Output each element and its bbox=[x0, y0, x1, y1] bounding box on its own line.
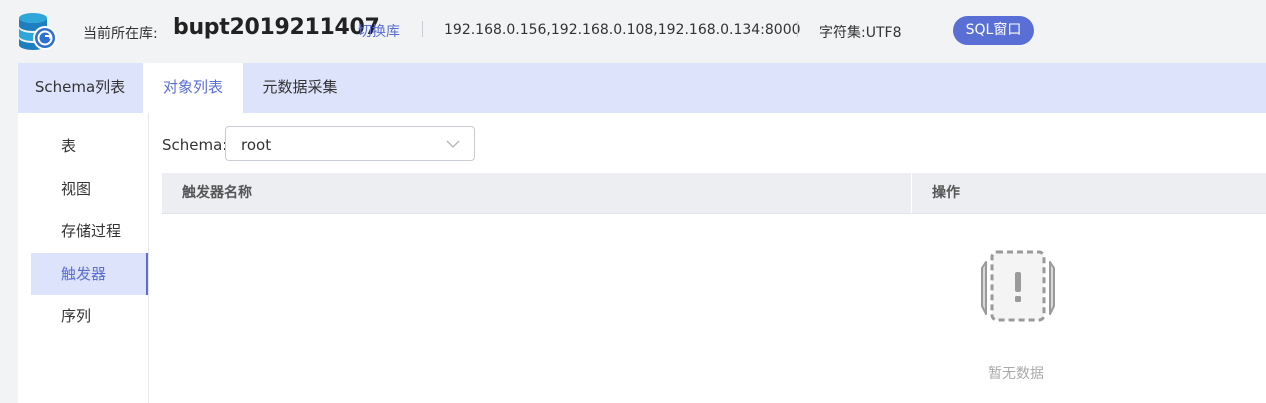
top-header: 当前所在库: bupt2019211407 切换库 192.168.0.156,… bbox=[0, 0, 1266, 63]
database-logo-icon bbox=[19, 13, 57, 50]
column-header-actions: 操作 bbox=[932, 185, 960, 201]
empty-data-text: 暂无数据 bbox=[988, 366, 1044, 382]
object-type-nav: 表 视图 存储过程 触发器 序列 bbox=[18, 113, 149, 403]
main-tab-bar: Schema列表 对象列表 元数据采集 bbox=[18, 63, 1266, 113]
header-divider bbox=[422, 21, 423, 37]
tab-schema-list[interactable]: Schema列表 bbox=[18, 63, 142, 113]
object-list-panel: 表 视图 存储过程 触发器 序列 Schema: root 触发器名称 操作 暂… bbox=[18, 113, 1266, 403]
tab-metadata-collection[interactable]: 元数据采集 bbox=[244, 63, 356, 113]
nav-item-procedures[interactable]: 存储过程 bbox=[31, 210, 148, 252]
header-divider bbox=[797, 21, 798, 37]
column-header-trigger-name: 触发器名称 bbox=[182, 185, 252, 201]
current-db-label: 当前所在库: bbox=[83, 26, 158, 42]
schema-select[interactable]: root bbox=[225, 126, 475, 161]
nav-item-views[interactable]: 视图 bbox=[31, 168, 148, 210]
chevron-down-icon bbox=[446, 140, 460, 148]
tab-object-list[interactable]: 对象列表 bbox=[143, 63, 243, 113]
switch-db-link[interactable]: 切换库 bbox=[358, 21, 400, 41]
sql-window-button[interactable]: SQL窗口 bbox=[953, 16, 1034, 45]
empty-data-icon bbox=[981, 250, 1055, 322]
nav-item-tables[interactable]: 表 bbox=[31, 125, 148, 167]
current-db-name: bupt2019211407 bbox=[173, 15, 380, 40]
nav-item-triggers[interactable]: 触发器 bbox=[31, 253, 148, 295]
charset-info: 字符集:UTF8 bbox=[819, 25, 902, 41]
trigger-table-header: 触发器名称 操作 bbox=[162, 173, 1266, 214]
column-divider bbox=[911, 173, 912, 213]
host-list: 192.168.0.156,192.168.0.108,192.168.0.13… bbox=[444, 22, 801, 38]
schema-selected-value: root bbox=[241, 136, 272, 154]
nav-item-sequences[interactable]: 序列 bbox=[31, 295, 148, 337]
schema-filter-label: Schema: bbox=[162, 136, 228, 154]
